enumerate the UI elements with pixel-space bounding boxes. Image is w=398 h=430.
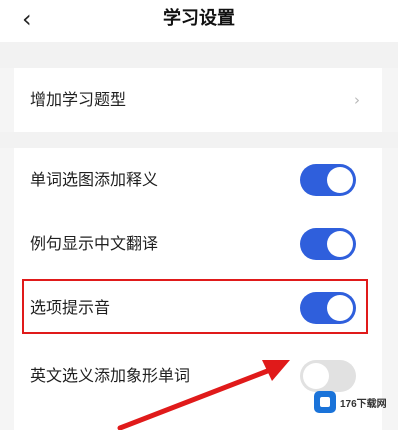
watermark-logo-icon	[314, 391, 336, 413]
watermark-text: 176下载网	[340, 398, 387, 410]
annotation-arrow-icon	[117, 360, 290, 430]
watermark: 176下载网	[314, 388, 392, 416]
